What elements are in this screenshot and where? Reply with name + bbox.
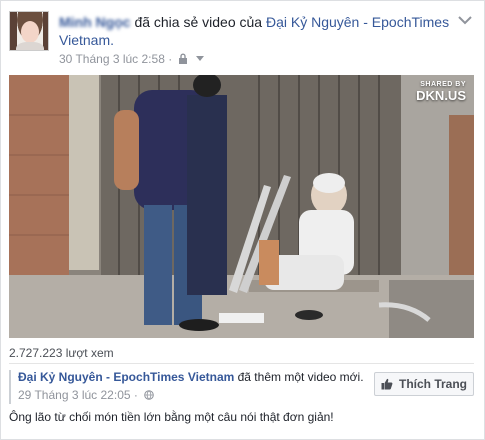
post-headline: Minh Ngọc đã chia sẻ video của Đại Kỷ Ng… bbox=[59, 13, 454, 49]
shared-post-title: Đại Kỷ Nguyên - EpochTimes Vietnam đã th… bbox=[18, 370, 364, 384]
view-count: 2.727.223 lượt xem bbox=[9, 346, 114, 360]
like-page-label: Thích Trang bbox=[398, 377, 467, 391]
video-caption: Ông lão từ chối món tiền lớn bằng một câ… bbox=[9, 410, 334, 424]
lock-icon bbox=[178, 53, 187, 64]
watermark-site: DKN.US bbox=[416, 88, 466, 103]
video-watermark: SHARED BY DKN.US bbox=[416, 81, 466, 103]
post-options-chevron-icon[interactable] bbox=[458, 15, 472, 25]
video-player[interactable]: SHARED BY DKN.US bbox=[9, 75, 474, 338]
shared-post-attachment: Đại Kỷ Nguyên - EpochTimes Vietnam đã th… bbox=[9, 363, 474, 435]
avatar[interactable] bbox=[9, 11, 49, 51]
post-meta: 30 Tháng 3 lúc 2:58 · bbox=[59, 52, 204, 66]
shared-page-name[interactable]: Đại Kỷ Nguyên - EpochTimes Vietnam bbox=[18, 370, 234, 384]
shared-post-action: đã thêm một video mới. bbox=[237, 370, 364, 384]
video-frame bbox=[9, 75, 474, 338]
quote-bar bbox=[9, 370, 11, 404]
author-name[interactable]: Minh Ngọc bbox=[59, 14, 131, 30]
like-page-button[interactable]: Thích Trang bbox=[374, 372, 474, 396]
post-header: Minh Ngọc đã chia sẻ video của Đại Kỷ Ng… bbox=[9, 9, 474, 69]
shared-post-timestamp[interactable]: 29 Tháng 3 lúc 22:05 · bbox=[18, 388, 138, 402]
thumbs-up-icon bbox=[381, 378, 393, 390]
chevron-down-icon[interactable] bbox=[195, 56, 204, 61]
globe-icon bbox=[144, 390, 155, 400]
share-action-text: đã chia sẻ video của bbox=[134, 14, 263, 30]
post-timestamp[interactable]: 30 Tháng 3 lúc 2:58 · bbox=[59, 52, 172, 66]
watermark-shared-by: SHARED BY bbox=[420, 81, 466, 88]
post-card: Minh Ngọc đã chia sẻ video của Đại Kỷ Ng… bbox=[0, 0, 485, 440]
shared-post-meta: 29 Tháng 3 lúc 22:05 · bbox=[18, 388, 155, 402]
